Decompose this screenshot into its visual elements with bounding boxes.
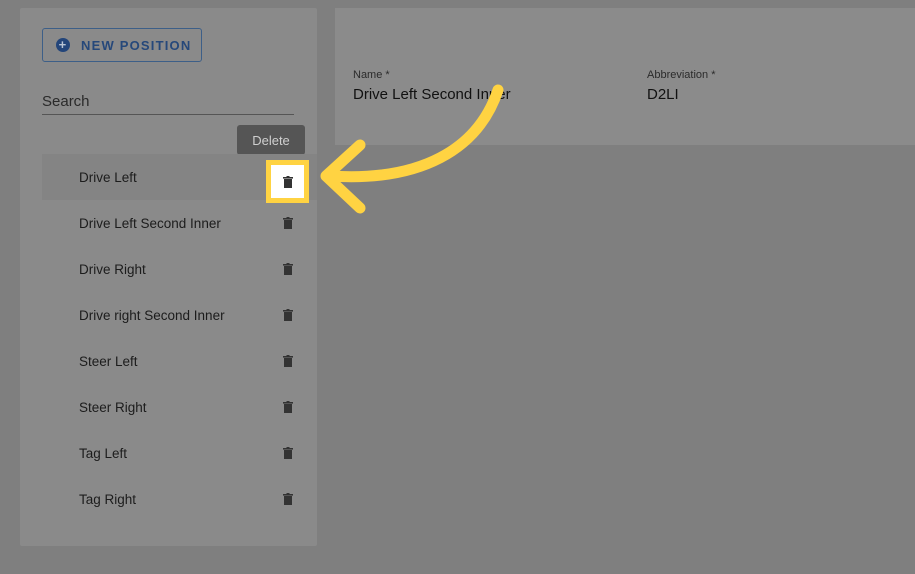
list-item-label: Tag Right	[79, 491, 137, 507]
positions-list: Drive Left Drive Left Second Inner Drive…	[42, 154, 317, 522]
list-item[interactable]: Tag Right	[42, 476, 317, 522]
list-item-label: Drive right Second Inner	[79, 307, 225, 323]
list-item[interactable]: Drive right Second Inner	[42, 292, 317, 338]
list-item-label: Steer Left	[79, 353, 138, 369]
new-position-button[interactable]: + NEW POSITION	[42, 28, 202, 62]
abbreviation-label: Abbreviation *	[647, 69, 716, 81]
trash-icon[interactable]	[281, 261, 295, 277]
name-value: Drive Left Second Inner	[353, 86, 511, 103]
list-item-label: Drive Right	[79, 261, 146, 277]
name-field[interactable]: Name * Drive Left Second Inner	[353, 69, 511, 103]
list-item[interactable]: Drive Left Second Inner	[42, 200, 317, 246]
abbreviation-field[interactable]: Abbreviation * D2LI	[647, 69, 716, 103]
position-form: Name * Drive Left Second Inner Abbreviat…	[335, 8, 915, 145]
abbreviation-value: D2LI	[647, 86, 679, 103]
list-item[interactable]: Drive Right	[42, 246, 317, 292]
name-label: Name *	[353, 69, 390, 81]
plus-circle-icon: +	[56, 38, 70, 52]
list-item-label: Tag Left	[79, 445, 128, 461]
list-item-label: Steer Right	[79, 399, 147, 415]
list-item-label: Drive Left	[79, 169, 137, 185]
list-item[interactable]: Tag Left	[42, 430, 317, 476]
trash-icon[interactable]	[281, 353, 295, 369]
new-position-label: NEW POSITION	[81, 37, 192, 53]
trash-icon[interactable]	[281, 399, 295, 415]
search-input[interactable]	[42, 88, 294, 115]
trash-icon	[282, 175, 293, 188]
delete-tooltip: Delete	[237, 125, 305, 155]
delete-button-highlight[interactable]	[266, 160, 309, 203]
positions-sidebar: + NEW POSITION Delete Drive Left Drive L…	[20, 8, 317, 546]
list-item-label: Drive Left Second Inner	[79, 215, 221, 231]
trash-icon[interactable]	[281, 491, 295, 507]
list-item[interactable]: Steer Right	[42, 384, 317, 430]
trash-icon[interactable]	[281, 215, 295, 231]
list-item[interactable]: Steer Left	[42, 338, 317, 384]
trash-icon[interactable]	[281, 307, 295, 323]
trash-icon[interactable]	[281, 445, 295, 461]
